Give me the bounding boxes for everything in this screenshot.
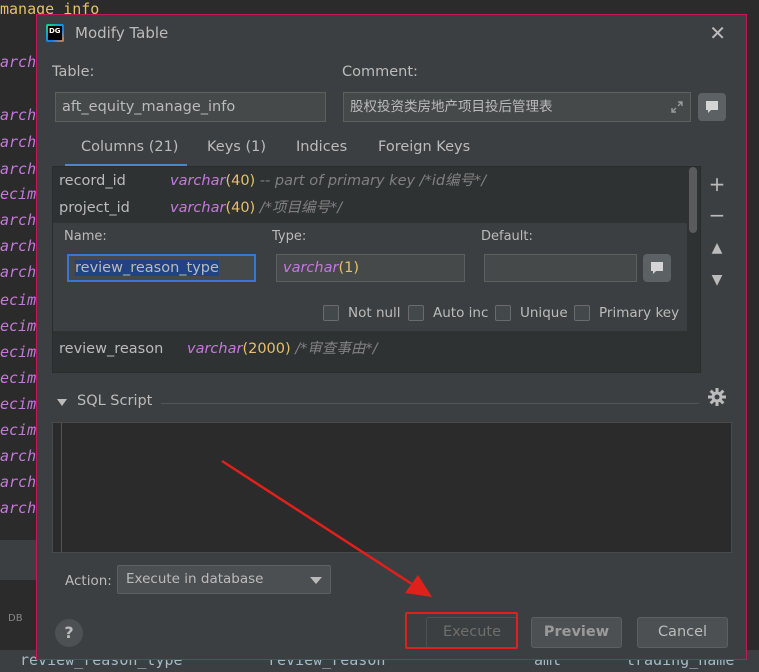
bg-db-tag: DB xyxy=(8,613,23,624)
sql-script-editor[interactable] xyxy=(52,422,732,553)
columns-scrollbar[interactable] xyxy=(689,167,697,233)
table-label: Table: xyxy=(52,64,95,80)
move-up-button[interactable]: ▲ xyxy=(707,240,727,256)
tab-columns[interactable]: Columns (21) xyxy=(81,139,178,155)
bg-panel xyxy=(0,540,40,580)
column-type: varchar(40) /*项目编号*/ xyxy=(170,200,343,216)
help-button[interactable]: ? xyxy=(55,619,83,647)
speech-bubble-icon xyxy=(706,101,718,113)
table-name-input[interactable]: aft_equity_manage_info xyxy=(55,92,326,122)
editor-gutter xyxy=(61,423,62,552)
bg-code-fragment: ecim xyxy=(0,369,37,387)
name-label: Name: xyxy=(64,229,107,244)
action-label: Action: xyxy=(65,573,112,589)
table-row[interactable]: review_reason varchar(2000) /*审查事由*/ xyxy=(53,336,687,362)
default-value-input[interactable] xyxy=(484,254,637,282)
divider xyxy=(161,403,699,404)
bg-code-fragment: arch xyxy=(0,499,37,517)
column-name: project_id xyxy=(59,200,130,216)
bg-code-fragment: arch xyxy=(0,133,37,151)
action-select[interactable]: Execute in database xyxy=(117,565,331,594)
comment-value: 股权投资类房地产项目投后管理表 xyxy=(350,99,553,115)
column-type: varchar(2000) /*审查事由*/ xyxy=(187,341,378,357)
comment-input[interactable]: 股权投资类房地产项目投后管理表 xyxy=(343,92,691,122)
bg-code-fragment: ecim xyxy=(0,291,37,309)
dialog-title: Modify Table xyxy=(75,24,169,42)
tab-foreign-keys[interactable]: Foreign Keys xyxy=(378,139,470,155)
default-comment-button[interactable] xyxy=(643,254,671,282)
collapse-triangle-icon[interactable] xyxy=(57,399,67,406)
preview-button[interactable]: Preview xyxy=(531,617,622,648)
bg-code-fragment: ecim xyxy=(0,185,37,203)
bg-code-fragment: ecim xyxy=(0,421,37,439)
bg-code-fragment: arch xyxy=(0,473,37,491)
comment-editor-button[interactable] xyxy=(698,93,726,121)
bg-code-fragment: arch xyxy=(0,211,37,229)
columns-list[interactable]: record_id varchar(40) -- part of primary… xyxy=(52,166,701,373)
tab-keys[interactable]: Keys (1) xyxy=(207,139,266,155)
column-type: varchar(40) -- part of primary key /*id编… xyxy=(170,173,487,189)
chevron-down-icon xyxy=(310,577,322,584)
tab-indices[interactable]: Indices xyxy=(296,139,347,155)
dialog-titlebar[interactable]: DG Modify Table ✕ xyxy=(37,15,746,51)
bg-code-fragment: ecim xyxy=(0,343,37,361)
type-label: Type: xyxy=(272,229,307,244)
table-row[interactable]: project_id varchar(40) /*项目编号*/ xyxy=(53,195,687,221)
action-select-value: Execute in database xyxy=(126,571,264,587)
annotation-highlight-box xyxy=(405,612,518,649)
bg-code-fragment: arch xyxy=(0,53,37,71)
sql-script-header[interactable]: SQL Script xyxy=(77,393,152,409)
datagrip-logo-icon: DG xyxy=(46,24,64,42)
remove-column-button[interactable]: − xyxy=(707,203,727,227)
close-icon[interactable]: ✕ xyxy=(709,21,726,45)
bg-code-fragment: ecim xyxy=(0,317,37,335)
add-column-button[interactable]: + xyxy=(707,172,727,196)
bg-code-fragment: arch xyxy=(0,160,37,178)
column-name-input[interactable]: review_reason_type xyxy=(67,254,256,282)
comment-label: Comment: xyxy=(342,64,418,80)
column-name: review_reason xyxy=(59,341,164,357)
bg-code-fragment: arch xyxy=(0,237,37,255)
bg-code-fragment: arch xyxy=(0,263,37,281)
speech-bubble-icon xyxy=(651,262,663,274)
gear-icon[interactable] xyxy=(707,387,727,407)
bg-code-fragment: arch xyxy=(0,106,37,124)
expand-icon[interactable] xyxy=(670,100,684,114)
table-row[interactable]: record_id varchar(40) -- part of primary… xyxy=(53,168,687,194)
default-label: Default: xyxy=(481,229,533,244)
move-down-button[interactable]: ▼ xyxy=(707,272,727,288)
modify-table-dialog: DG Modify Table ✕ Table: aft_equity_mana… xyxy=(36,14,747,660)
cancel-button[interactable]: Cancel xyxy=(637,617,728,648)
bg-code-fragment: arch xyxy=(0,447,37,465)
bg-code-fragment: ecim xyxy=(0,395,37,413)
column-type-input[interactable]: varchar(1) xyxy=(276,254,465,282)
column-editor: Name: Type: Default: review_reason_type … xyxy=(53,223,687,331)
column-name: record_id xyxy=(59,173,126,189)
